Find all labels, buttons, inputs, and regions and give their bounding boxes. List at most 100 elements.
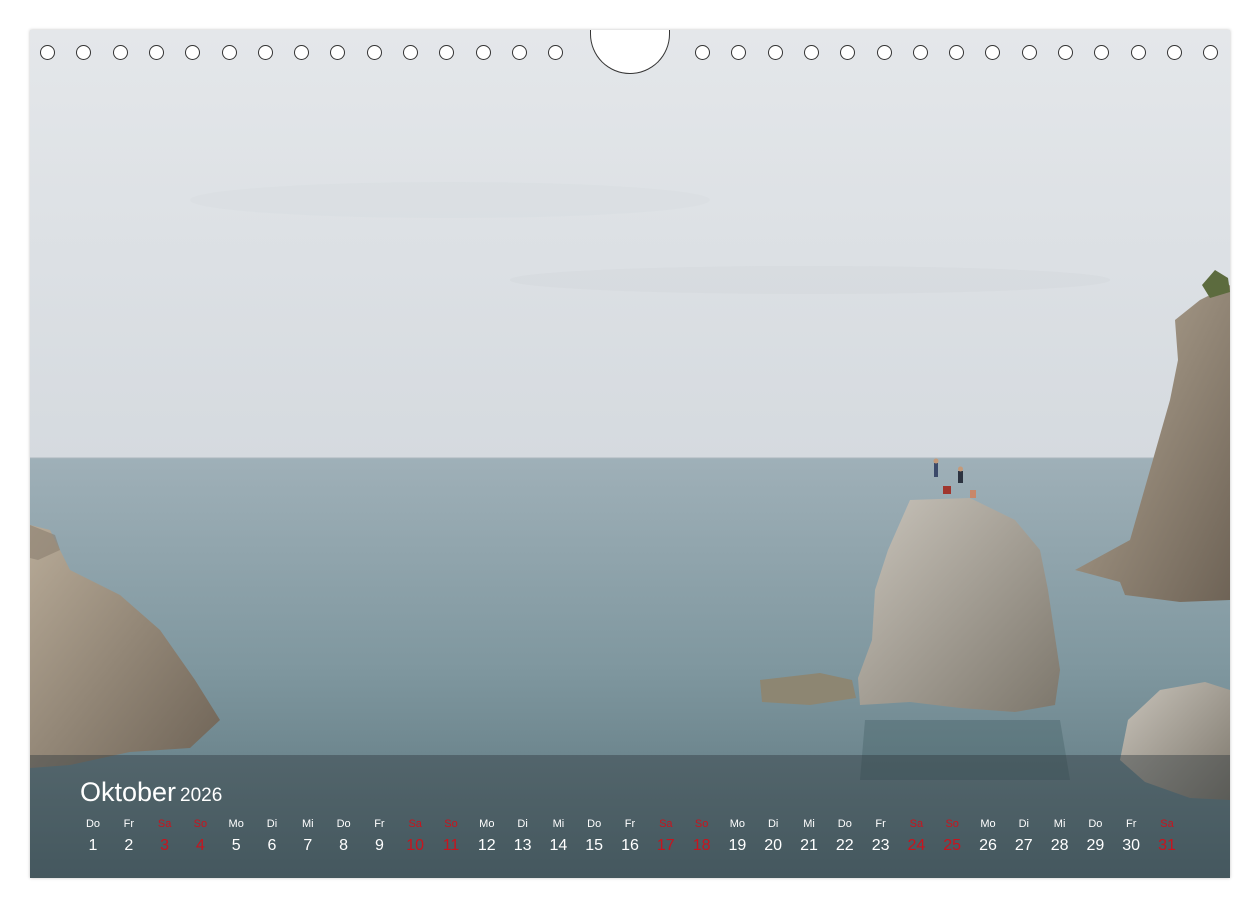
day-number: 16 [621,837,639,854]
binding-hole [876,45,892,60]
day-number: 27 [1014,837,1033,854]
day-column: Do 22 [827,817,863,857]
day-number: 4 [195,837,205,854]
binding-hole [403,45,418,60]
binding-hole [257,45,273,60]
binding-hole [1130,45,1146,60]
day-column: Di 27 [1006,817,1042,857]
binding-hole [548,45,564,60]
weekday-label: Mo [479,818,495,830]
binding-hole [148,45,164,60]
day-column: Mo 5 [218,817,254,857]
weekday-label: Mo [729,818,746,830]
day-number: 26 [979,837,997,854]
weekday-label: So [945,818,959,830]
day-number: 7 [303,837,313,854]
day-column: Mi 7 [290,817,326,857]
day-column: Fr 30 [1113,817,1149,857]
seascape-photo [30,30,1230,878]
day-number: 31 [1158,837,1176,854]
binding-hole [511,45,527,60]
day-number: 14 [549,837,568,854]
day-number: 6 [267,837,277,854]
day-column: Sa 3 [147,817,183,857]
weekday-label: Fr [624,818,636,830]
weekday-label: Mi [552,818,565,830]
binding-hole [731,45,747,60]
weekday-label: Do [336,818,351,830]
day-number: 2 [124,837,134,854]
weekday-label: Sa [659,818,673,830]
calendar-page [30,30,1230,878]
binding-hole [40,45,55,60]
weekday-label: Di [1018,818,1029,830]
binding-hole [1021,45,1037,60]
weekday-label: Fr [123,818,134,830]
binding-hole [803,45,819,60]
weekday-label: Sa [1160,818,1174,830]
weekday-label: Di [517,818,528,830]
weekday-label: Di [266,818,278,830]
day-number: 30 [1122,837,1141,854]
day-number: 12 [477,837,496,854]
day-column: Fr 2 [111,817,147,857]
binding-hole [1058,45,1073,60]
day-number: 13 [513,837,532,854]
day-column: So 18 [684,817,720,857]
day-column: Di 6 [254,817,290,857]
day-column: Di 13 [505,817,541,857]
day-column: Sa 10 [397,817,433,857]
month-name: Oktober [80,777,177,807]
day-column: So 4 [182,817,218,857]
day-number: 29 [1086,837,1105,854]
day-column: So 25 [934,817,970,857]
day-number: 8 [339,837,349,854]
binding-hole [985,45,1001,60]
binding-hole [1094,45,1110,60]
day-number: 23 [871,837,890,854]
binding-hole [840,45,856,60]
day-number: 11 [442,837,460,854]
day-number: 20 [764,837,783,854]
day-column: Fr 9 [361,817,397,857]
day-column: Sa 31 [1149,817,1185,857]
weekday-label: Do [1088,818,1103,830]
binding-hole [767,45,783,60]
binding-hole [1166,45,1182,60]
day-number: 19 [728,837,747,854]
weekday-label: Mo [980,818,996,830]
day-number: 10 [406,837,425,854]
weekday-label: Mi [301,818,314,830]
weekday-label: Sa [157,818,172,830]
binding-hole [439,45,455,60]
binding-hole [185,45,201,60]
day-column: Mi 14 [540,817,576,857]
year-label: 2026 [180,785,223,806]
day-number: 28 [1050,837,1069,854]
weekday-label: Di [767,818,779,830]
binding-hole [221,45,237,60]
weekday-label: Fr [1125,818,1137,830]
day-column: Do 15 [576,817,612,857]
binding-hole [294,45,310,60]
day-column: So 11 [433,817,469,857]
weekday-label: Mi [1053,818,1066,830]
day-column: Fr 16 [612,817,648,857]
binding-hole [366,45,382,60]
day-number: 25 [943,837,962,854]
day-number: 3 [160,837,170,854]
binding-hole [949,45,965,60]
day-number: 15 [585,837,604,854]
weekday-label: Fr [875,818,886,830]
day-number: 9 [374,837,384,854]
day-column: Mi 28 [1042,817,1078,857]
day-column: Mo 26 [970,817,1006,857]
day-column: Sa 24 [898,817,934,857]
day-column: Mo 12 [469,817,505,857]
day-number: 21 [800,837,818,854]
binding-hole [112,45,128,60]
day-number: 18 [692,837,711,854]
weekday-label: Mo [228,818,244,830]
day-column: Fr 23 [863,817,899,857]
binding-hole [330,45,346,60]
